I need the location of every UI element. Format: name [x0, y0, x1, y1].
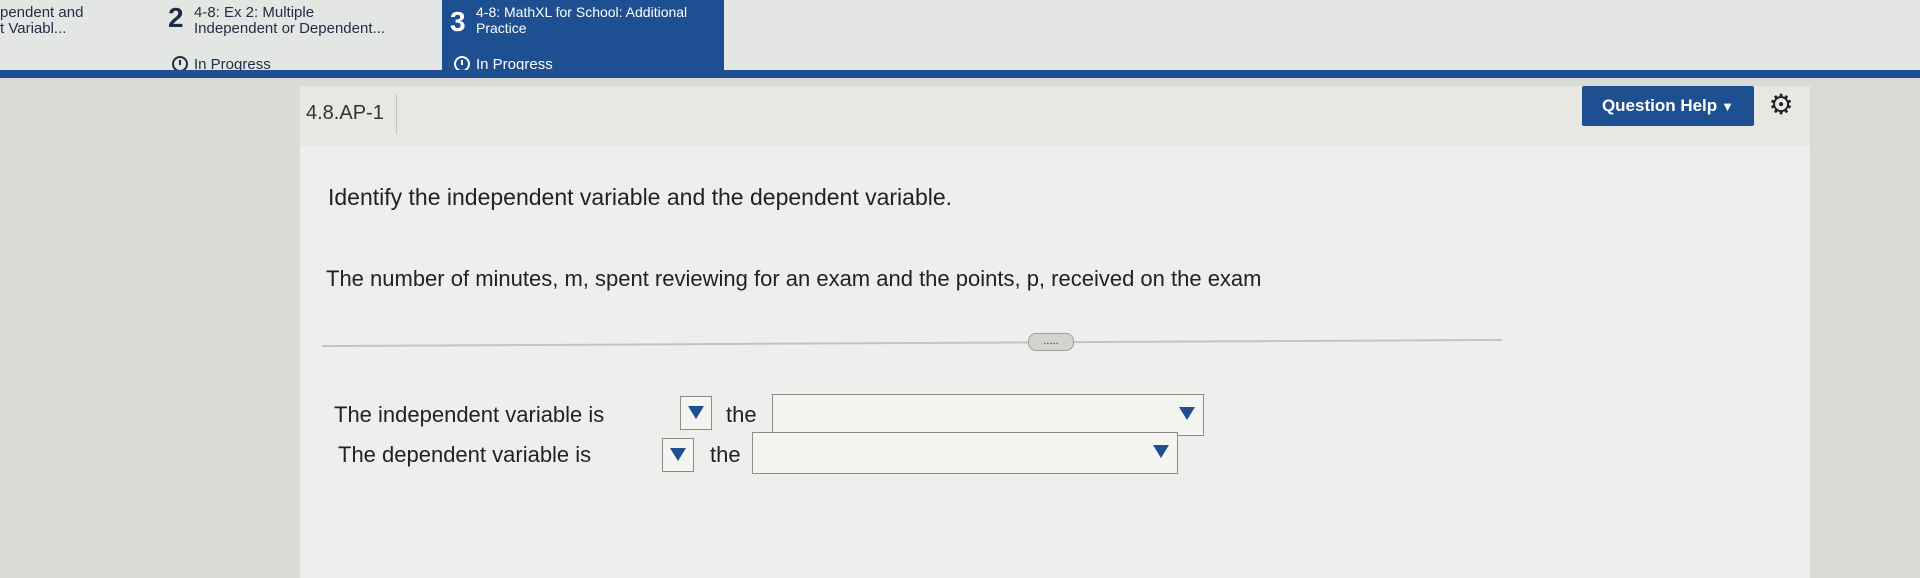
divider: [396, 94, 397, 134]
assignment-title-line2: Independent or Dependent...: [194, 20, 385, 37]
assignment-bar-underline: [0, 70, 1920, 78]
question-instruction: Identify the independent variable and th…: [328, 184, 953, 210]
question-help-label: Question Help: [1601, 96, 1718, 115]
assignment-title-line1: 4-8: Ex 2: Multiple: [194, 4, 315, 21]
assignment-title-line2: Practice: [476, 20, 527, 36]
variable-dropdown-independent[interactable]: [772, 394, 1204, 436]
dropdown-arrow-icon: [1179, 407, 1195, 420]
assignment-status-3: In Progress: [442, 56, 724, 73]
answer-label: The independent variable is: [334, 402, 605, 427]
assignment-title-line1: 4-8: MathXL for School: Additional: [476, 4, 688, 20]
variable-dropdown-dependent[interactable]: [752, 432, 1178, 474]
assignment-title-line1: pendent and: [0, 4, 84, 21]
dropdown-arrow-icon: [1153, 445, 1169, 458]
gear-icon[interactable]: ⚙: [1766, 90, 1796, 120]
expand-more-button[interactable]: .....: [1028, 333, 1074, 351]
assignment-title-line2: t Variabl...: [0, 20, 67, 37]
caret-down-icon: ▼: [1721, 99, 1735, 114]
article-dropdown-dependent[interactable]: [662, 438, 694, 472]
answer-label: The dependent variable is: [338, 442, 592, 467]
question-content: Identify the independent variable and th…: [300, 146, 1810, 578]
article-dropdown-independent[interactable]: [680, 396, 712, 430]
question-prompt: The number of minutes, m, spent reviewin…: [326, 266, 1262, 291]
section-divider: [322, 338, 1502, 348]
assignment-number: 2: [168, 2, 184, 33]
answer-connector: the: [710, 442, 741, 467]
assignment-bar: pendent and t Variabl... 2 4-8: Ex 2: Mu…: [0, 0, 1920, 78]
question-id: 4.8.AP-1: [306, 102, 384, 124]
question-panel: 4.8.AP-1 Question Help ▼ ⚙ Identify the i…: [300, 86, 1810, 578]
answer-connector: the: [726, 402, 757, 427]
question-help-button[interactable]: Question Help ▼: [1582, 86, 1754, 126]
dropdown-arrow-icon: [688, 406, 704, 419]
assignment-tab-1[interactable]: pendent and t Variabl...: [0, 0, 160, 70]
assignment-number: 3: [450, 6, 466, 37]
dropdown-arrow-icon: [670, 448, 686, 461]
